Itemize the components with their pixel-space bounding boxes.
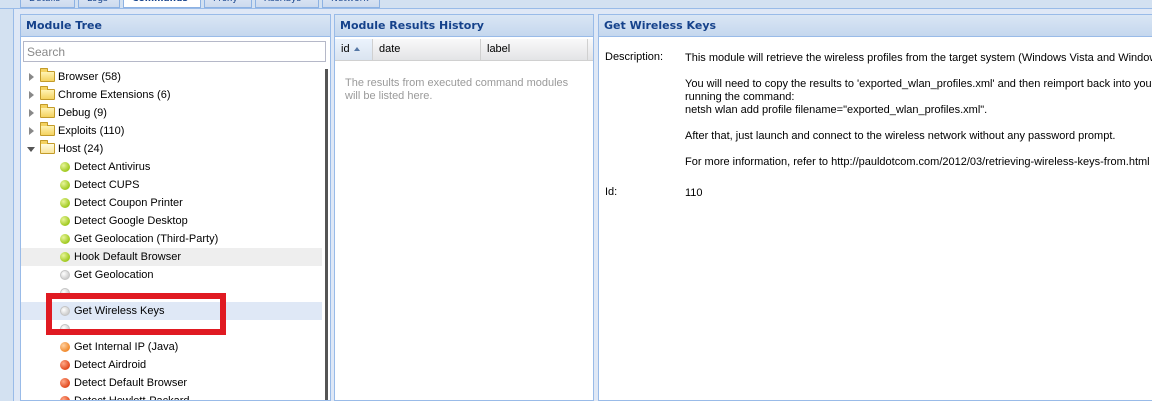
tree-module-label: Detect Google Desktop <box>74 215 188 227</box>
module-detail-body: Description: This module will retrieve t… <box>599 39 1152 400</box>
tree-folder[interactable]: Chrome Extensions (6) <box>21 86 322 104</box>
module-tree-panel: Module Tree Browser (58) Chrome Extension… <box>20 14 331 401</box>
folder-icon <box>40 122 55 136</box>
tree-module-item[interactable]: Hook Default Browser <box>21 248 322 266</box>
column-id[interactable]: id <box>335 39 373 60</box>
sort-ascending-icon <box>353 47 360 51</box>
tab-network[interactable]: Network <box>322 0 380 8</box>
tree-folder-label: Exploits (110) <box>58 125 125 137</box>
results-empty-message: The results from executed command module… <box>345 77 569 102</box>
tree-module-item[interactable]: Detect CUPS <box>21 176 322 194</box>
results-grid-header: id date label <box>335 39 593 61</box>
tree-module-item[interactable]: Get Internal IP (Java) <box>21 338 322 356</box>
results-history-panel: Module Results History id date label The… <box>334 14 594 401</box>
tree-folder[interactable]: Debug (9) <box>21 104 322 122</box>
selection-highlight-annotation <box>46 293 226 335</box>
search-input[interactable] <box>23 41 326 62</box>
column-id-label: id <box>341 43 350 55</box>
status-green-icon <box>60 252 70 262</box>
description-line: After that, just launch and connect to t… <box>685 130 1116 142</box>
status-green-icon <box>60 234 70 244</box>
tree-scrollbar[interactable] <box>325 69 328 400</box>
tree-module-label: Detect Coupon Printer <box>74 197 183 209</box>
collapsed-arrow-icon[interactable] <box>29 91 34 99</box>
tree-module-label: Detect Antivirus <box>74 161 151 173</box>
tree-folder[interactable]: Exploits (110) <box>21 122 322 140</box>
module-detail-panel: Get Wireless Keys Description: This modu… <box>598 14 1152 401</box>
description-line: For more information, refer to http://pa… <box>685 156 1150 168</box>
tree-folder-label: Browser (58) <box>58 71 121 83</box>
description-line: This module will retrieve the wireless p… <box>685 52 1152 64</box>
tab-xssrays[interactable]: XssRays <box>255 0 319 8</box>
status-green-icon <box>60 198 70 208</box>
description-label: Description: <box>605 51 664 63</box>
status-red-icon <box>60 378 70 388</box>
description-line: netsh wlan add profile filename="exporte… <box>685 104 988 116</box>
tree-module-item[interactable]: Get Geolocation (Third-Party) <box>21 230 322 248</box>
commands-tab-content: Module Tree Browser (58) Chrome Extension… <box>13 9 1152 401</box>
id-label: Id: <box>605 186 618 198</box>
status-grey-icon <box>60 270 70 280</box>
tab-details[interactable]: Details <box>20 0 75 8</box>
top-tab-strip: Details Logs Commands Proxy XssRays Netw… <box>0 0 1152 9</box>
tree-module-label: Detect CUPS <box>74 179 140 191</box>
description-line: You will need to copy the results to 'ex… <box>685 78 1152 90</box>
status-red-icon <box>60 360 70 370</box>
expanded-arrow-icon[interactable] <box>27 147 35 152</box>
tree-folder-label: Chrome Extensions (6) <box>58 89 171 101</box>
tree-module-label: Detect Hewlett-Packard <box>74 392 190 400</box>
tree-module-item[interactable]: Detect Default Browser <box>21 374 322 392</box>
tree-folder[interactable]: Browser (58) <box>21 68 322 86</box>
folder-icon <box>40 86 55 100</box>
module-tree-title: Module Tree <box>21 15 330 37</box>
status-green-icon <box>60 180 70 190</box>
tree-module-item[interactable]: Detect Antivirus <box>21 158 322 176</box>
description-line: running the command: <box>685 91 795 103</box>
collapsed-arrow-icon[interactable] <box>29 127 34 135</box>
tab-commands[interactable]: Commands <box>123 0 201 8</box>
tree-module-label: Get Geolocation (Third-Party) <box>74 233 219 245</box>
tree-module-label: Hook Default Browser <box>74 251 181 263</box>
column-date[interactable]: date <box>373 39 481 60</box>
tab-logs[interactable]: Logs <box>78 0 120 8</box>
tree-module-item[interactable]: Detect Google Desktop <box>21 212 322 230</box>
tree-module-item[interactable]: Get Geolocation <box>21 266 322 284</box>
module-detail-title: Get Wireless Keys <box>599 15 1152 37</box>
tree-module-label: Get Internal IP (Java) <box>74 341 179 353</box>
tree-module-label: Detect Default Browser <box>74 377 188 389</box>
tree-folder[interactable]: Host (24) <box>21 140 322 158</box>
id-value: 110 <box>685 187 703 199</box>
tree-module-item[interactable]: Detect Hewlett-Packard <box>21 392 322 400</box>
tab-proxy[interactable]: Proxy <box>204 0 252 8</box>
tree-module-label: Detect Airdroid <box>74 359 147 371</box>
tree-folder-label: Host (24) <box>58 143 104 155</box>
status-red-icon <box>60 396 70 400</box>
results-history-title: Module Results History <box>335 15 593 37</box>
tree-module-item[interactable]: Detect Airdroid <box>21 356 322 374</box>
column-label[interactable]: label <box>481 39 588 60</box>
module-tree: Browser (58) Chrome Extensions (6) Debug (… <box>21 67 330 400</box>
folder-icon <box>40 104 55 118</box>
collapsed-arrow-icon[interactable] <box>29 73 34 81</box>
status-green-icon <box>60 216 70 226</box>
tree-module-label: Get Geolocation <box>74 269 154 281</box>
tree-module-item[interactable]: Detect Coupon Printer <box>21 194 322 212</box>
folder-icon <box>40 68 55 82</box>
tree-folder-label: Debug (9) <box>58 107 107 119</box>
status-green-icon <box>60 162 70 172</box>
folder-open-icon <box>40 140 55 154</box>
status-orange-icon <box>60 342 70 352</box>
collapsed-arrow-icon[interactable] <box>29 109 34 117</box>
